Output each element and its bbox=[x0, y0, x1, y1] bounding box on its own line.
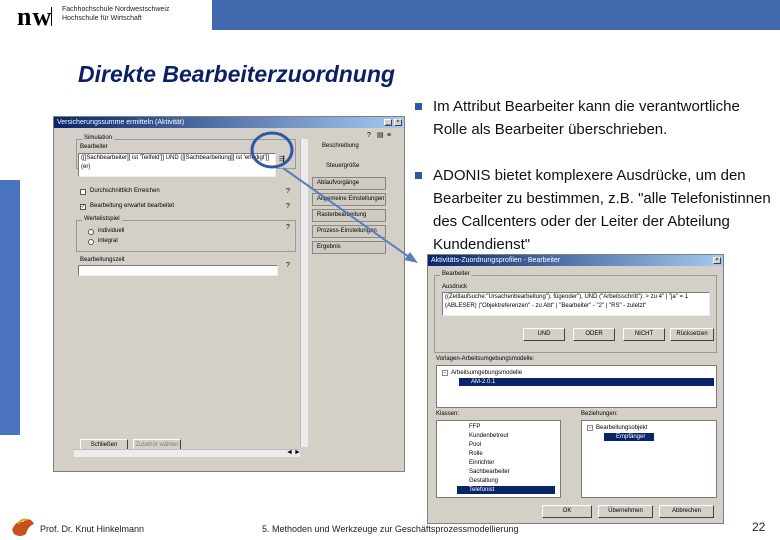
highlight-circle bbox=[250, 131, 294, 169]
footer-course: 5. Methoden und Werkzeuge zur Geschäftsp… bbox=[262, 524, 519, 534]
page-number: 22 bbox=[752, 520, 766, 534]
pointer-arrow-line bbox=[282, 167, 413, 260]
footer-author: Prof. Dr. Knut Hinkelmann bbox=[40, 524, 145, 534]
rooster-logo-icon bbox=[12, 518, 34, 536]
annotation-overlay bbox=[250, 131, 418, 263]
